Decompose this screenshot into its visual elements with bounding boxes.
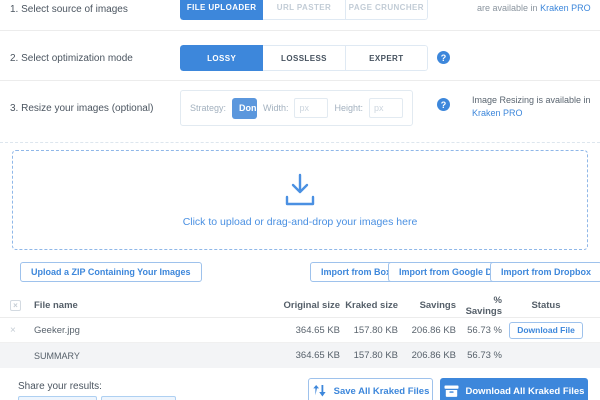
summary-original-size: 364.65 KB [262, 350, 340, 361]
height-label: Height: [334, 103, 363, 113]
upload-zip-button[interactable]: Upload a ZIP Containing Your Images [20, 262, 202, 282]
cell-original-size: 364.65 KB [262, 325, 340, 336]
clear-all-icon[interactable]: × [10, 300, 21, 311]
upload-dropzone[interactable]: Click to upload or drag-and-drop your im… [12, 150, 588, 250]
pro-note: are available in Kraken PRO [477, 3, 591, 13]
mode-help-icon[interactable]: ? [437, 51, 450, 64]
save-all-label: Save All Kraked Files [334, 386, 430, 397]
share-button[interactable] [101, 396, 176, 400]
divider [0, 80, 600, 81]
cell-savings: 206.86 KB [398, 325, 456, 336]
width-input[interactable] [294, 98, 328, 118]
tab-page-cruncher[interactable]: PAGE CRUNCHER [346, 0, 428, 20]
tab-lossy[interactable]: LOSSY [180, 45, 263, 71]
width-label: Width: [263, 103, 289, 113]
header-original-size: Original size [262, 300, 340, 311]
download-file-button[interactable]: Download File [509, 322, 583, 339]
cell-file-name: Geeker.jpg [26, 325, 262, 336]
transfer-arrows-icon [312, 385, 327, 397]
results-table: × File name Original size Kraked size Sa… [0, 294, 600, 368]
header-file-name: File name [26, 300, 262, 311]
upload-arrow-icon [279, 173, 321, 207]
kraken-pro-link[interactable]: Kraken PRO [540, 3, 591, 13]
table-row: × Geeker.jpg 364.65 KB 157.80 KB 206.86 … [0, 318, 600, 343]
strategy-dropdown[interactable]: Don't Resize [232, 98, 257, 119]
tab-expert[interactable]: EXPERT [346, 45, 428, 71]
strategy-value: Don't Resize [232, 103, 257, 113]
pro-note-text: are available in [477, 3, 538, 13]
resize-note-text: Image Resizing is available in [472, 95, 591, 105]
header-savings: Savings [398, 300, 456, 311]
step2-label: 2. Select optimization mode [10, 53, 133, 64]
strategy-label: Strategy: [190, 103, 226, 113]
tab-file-uploader[interactable]: FILE UPLOADER [180, 0, 263, 20]
dropzone-text: Click to upload or drag-and-drop your im… [183, 216, 418, 228]
summary-row: SUMMARY 364.65 KB 157.80 KB 206.86 KB 56… [0, 343, 600, 368]
cell-pct-savings: 56.73 % [456, 325, 502, 336]
header-kraked-size: Kraked size [340, 300, 398, 311]
header-status: Status [502, 300, 590, 311]
remove-file-icon[interactable]: × [10, 325, 26, 336]
kraken-optimizer-page: 1. Select source of images FILE UPLOADER… [0, 0, 600, 400]
import-dropbox-button[interactable]: Import from Dropbox [490, 262, 600, 282]
tab-lossless[interactable]: LOSSLESS [263, 45, 345, 71]
save-all-button[interactable]: Save All Kraked Files [308, 378, 433, 400]
share-button[interactable] [18, 396, 97, 400]
share-results-label: Share your results: [18, 381, 102, 392]
archive-box-icon [444, 385, 459, 397]
summary-kraked-size: 157.80 KB [340, 350, 398, 361]
download-all-button[interactable]: Download All Kraked Files [440, 378, 588, 400]
summary-pct-savings: 56.73 % [456, 350, 502, 361]
summary-label: SUMMARY [26, 351, 262, 361]
tab-url-paster[interactable]: URL PASTER [263, 0, 345, 20]
download-all-label: Download All Kraked Files [466, 386, 585, 397]
resize-panel: Strategy: Don't Resize Width: Height: [180, 90, 413, 126]
height-input[interactable] [369, 98, 403, 118]
resize-pro-note: Image Resizing is available in Kraken PR… [472, 94, 591, 120]
step1-label: 1. Select source of images [10, 4, 128, 15]
kraken-pro-link[interactable]: Kraken PRO [472, 108, 523, 118]
source-tab-group: FILE UPLOADER URL PASTER PAGE CRUNCHER [180, 0, 428, 20]
step3-label: 3. Resize your images (optional) [10, 103, 153, 114]
divider [0, 30, 600, 31]
summary-savings: 206.86 KB [398, 350, 456, 361]
header-pct-savings: % Savings [456, 295, 502, 317]
table-header-row: × File name Original size Kraked size Sa… [0, 294, 600, 318]
cell-kraked-size: 157.80 KB [340, 325, 398, 336]
divider [0, 142, 600, 143]
resize-help-icon[interactable]: ? [437, 98, 450, 111]
mode-tab-group: LOSSY LOSSLESS EXPERT [180, 45, 428, 71]
